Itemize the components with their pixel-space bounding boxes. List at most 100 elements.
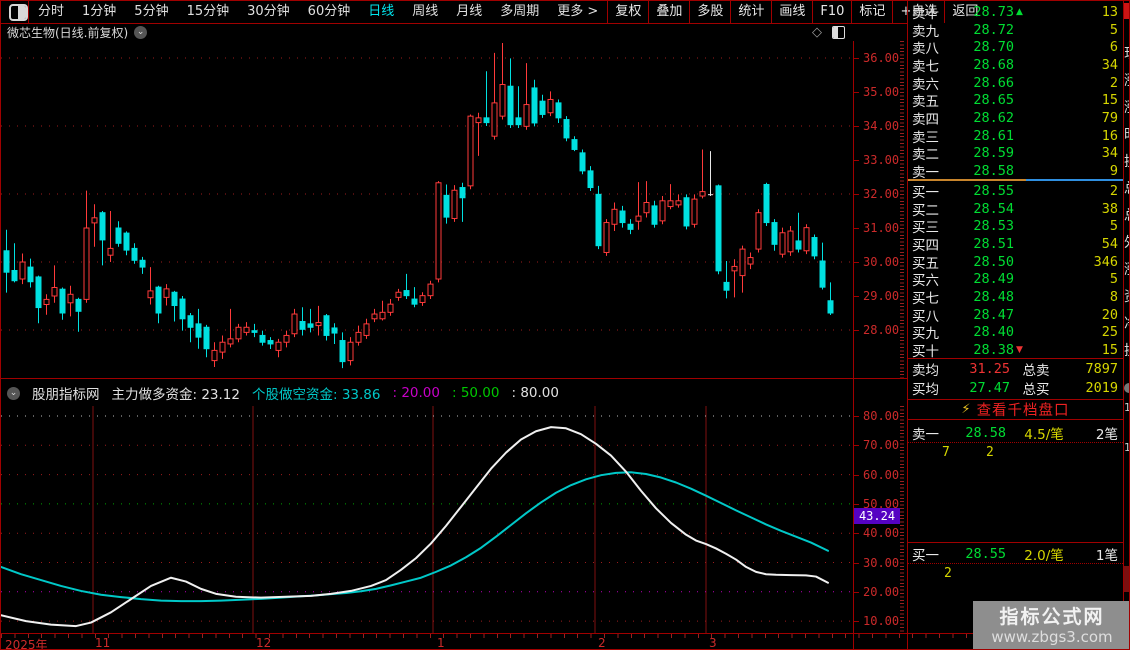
sell-level-row[interactable]: 卖六28.662 — [908, 74, 1123, 92]
sell-level-row[interactable]: 卖四28.6279 — [908, 109, 1123, 127]
period-tab[interactable]: 5分钟 — [125, 1, 177, 23]
period-tab[interactable]: 30分钟 — [238, 1, 299, 23]
axis-tick — [854, 533, 859, 534]
buy-level-row[interactable]: 买九28.4025 — [908, 324, 1123, 342]
level-volume: 9 — [1029, 163, 1118, 179]
chart-titlebar: 微芯生物(日线.前复权) ⌄ ◇ — [1, 24, 853, 41]
toolbar-button[interactable]: F10 — [812, 1, 851, 23]
sell-avg-row: 卖均 31.25 总卖 7897 — [908, 360, 1123, 379]
level-price: 28.73 — [956, 4, 1014, 20]
level-price: 28.53 — [956, 218, 1014, 234]
window-layout-cell[interactable] — [1, 1, 29, 23]
deal-detail-number: 7 — [942, 445, 950, 460]
buy-level-row[interactable]: 买六28.495 — [908, 270, 1123, 288]
deal-detail-number: 2 — [944, 566, 952, 581]
clipped-icon — [1124, 383, 1130, 393]
sell-level-row[interactable]: 卖一28.589 — [908, 162, 1123, 180]
price-axis-label: 35.00 — [863, 85, 899, 99]
period-tab[interactable]: 更多 > — [548, 1, 607, 23]
clipped-text: 换 — [1124, 151, 1130, 171]
clipped-text: 净 — [1124, 313, 1130, 333]
sell-level-row[interactable]: 卖二28.5934 — [908, 145, 1123, 163]
chevron-down-icon[interactable]: ⌄ — [134, 26, 147, 39]
indicator-ruler-ticks — [900, 406, 904, 633]
buy-level-row[interactable]: 买三28.535 — [908, 217, 1123, 235]
sell-level-row[interactable]: 卖七28.6834 — [908, 56, 1123, 74]
level-volume: 15 — [1029, 92, 1118, 108]
toolbar-button[interactable]: 复权 — [607, 1, 648, 23]
toolbar-button[interactable]: 叠加 — [648, 1, 689, 23]
period-tab[interactable]: 多周期 — [491, 1, 548, 23]
level-price: 28.49 — [956, 271, 1014, 287]
price-axis-label: 33.00 — [863, 153, 899, 167]
toolbar-button[interactable]: 标记 — [851, 1, 892, 23]
buy1-deal-row[interactable]: 买一 28.55 2.0/笔 1笔 — [908, 545, 1123, 563]
clipped-text: 总 — [1124, 205, 1130, 225]
collapse-chevron-icon[interactable]: ⌄ — [7, 387, 20, 400]
level-price: 28.54 — [956, 201, 1014, 217]
view-depth-label: 查看千档盘口 — [977, 399, 1070, 420]
buy-level-row[interactable]: 买五28.50346 — [908, 253, 1123, 271]
sell-levels: 卖十28.73▲13卖九28.725卖八28.706卖七28.6834卖六28.… — [908, 3, 1123, 180]
sell-level-row[interactable]: 卖五28.6515 — [908, 91, 1123, 109]
axis-tick — [854, 592, 859, 593]
buy-levels: 买一28.552买二28.5438买三28.535买四28.5154买五28.5… — [908, 182, 1123, 359]
indicator-axis-label: 50.00 — [863, 497, 899, 511]
watermark-url: www.zbgs3.com — [991, 628, 1112, 646]
deal-detail-number: 2 — [986, 445, 994, 460]
sell1-deal-row[interactable]: 卖一 28.58 4.5/笔 2笔 — [908, 424, 1123, 442]
level-volume: 2 — [1029, 183, 1118, 199]
period-tab[interactable]: 月线 — [447, 1, 491, 23]
lightning-icon: ⚡ — [961, 402, 970, 417]
axis-tick — [854, 126, 859, 127]
period-tab[interactable]: 周线 — [403, 1, 447, 23]
indicator-axis-label: 10.00 — [863, 614, 899, 628]
buy-level-row[interactable]: 买七28.488 — [908, 288, 1123, 306]
trading-terminal: 分时1分钟5分钟15分钟30分钟60分钟日线周线月线多周期更多 > 复权叠加多股… — [0, 0, 1130, 650]
axis-tick — [854, 475, 859, 476]
axis-tick — [854, 621, 859, 622]
clipped-side-panel: 现涨涨时换总总外涨资净换 1 1 — [1124, 1, 1130, 650]
sell-level-row[interactable]: 卖八28.706 — [908, 38, 1123, 56]
level-volume: 20 — [1029, 307, 1118, 323]
toolbar-button[interactable]: 统计 — [730, 1, 771, 23]
pane-toggle-icon[interactable] — [832, 26, 845, 39]
period-tab[interactable]: 60分钟 — [299, 1, 360, 23]
candlestick-chart[interactable] — [1, 41, 853, 378]
period-tab[interactable]: 日线 — [359, 1, 403, 23]
time-axis-label: 12 — [256, 636, 271, 650]
level-price: 28.62 — [956, 110, 1014, 126]
level-volume: 5 — [1029, 218, 1118, 234]
buy-level-row[interactable]: 买一28.552 — [908, 182, 1123, 200]
diamond-marker-icon[interactable]: ◇ — [812, 25, 822, 40]
sell-level-row[interactable]: 卖三28.6116 — [908, 127, 1123, 145]
buy-level-row[interactable]: 买二28.5438 — [908, 200, 1123, 218]
sell1-per-order: 4.5/笔 — [1006, 423, 1082, 443]
sell-level-row[interactable]: 卖九28.725 — [908, 21, 1123, 39]
watermark: 指标公式网 www.zbgs3.com — [973, 601, 1130, 650]
price-ruler-ticks — [900, 41, 904, 378]
level-price: 28.40 — [956, 324, 1014, 340]
view-depth-link[interactable]: ⚡ 查看千档盘口 — [908, 399, 1123, 420]
period-tab[interactable]: 分时 — [29, 1, 73, 23]
sell-level-row[interactable]: 卖十28.73▲13 — [908, 3, 1123, 21]
clipped-text: 资 — [1124, 286, 1130, 306]
time-axis-label: 11 — [95, 636, 110, 650]
indicator-chart[interactable] — [1, 406, 853, 633]
period-tab[interactable]: 1分钟 — [73, 1, 125, 23]
toolbar-button[interactable]: 画线 — [771, 1, 812, 23]
clipped-text: 现 — [1124, 43, 1130, 63]
buy-level-row[interactable]: 买十28.38▼15 — [908, 341, 1123, 359]
price-axis-label: 34.00 — [863, 119, 899, 133]
price-axis-label: 32.00 — [863, 187, 899, 201]
axis-tick — [854, 194, 859, 195]
buy-avg-row: 买均 27.47 总买 2019 — [908, 379, 1123, 398]
level-price: 28.47 — [956, 307, 1014, 323]
toolbar-button[interactable]: 多股 — [689, 1, 730, 23]
period-tab[interactable]: 15分钟 — [178, 1, 239, 23]
toolbar: 分时1分钟5分钟15分钟30分钟60分钟日线周线月线多周期更多 > 复权叠加多股… — [1, 1, 907, 24]
buy-level-row[interactable]: 买四28.5154 — [908, 235, 1123, 253]
indicator-axis-label: 80.00 — [863, 409, 899, 423]
level-price: 28.70 — [956, 39, 1014, 55]
buy-level-row[interactable]: 买八28.4720 — [908, 306, 1123, 324]
